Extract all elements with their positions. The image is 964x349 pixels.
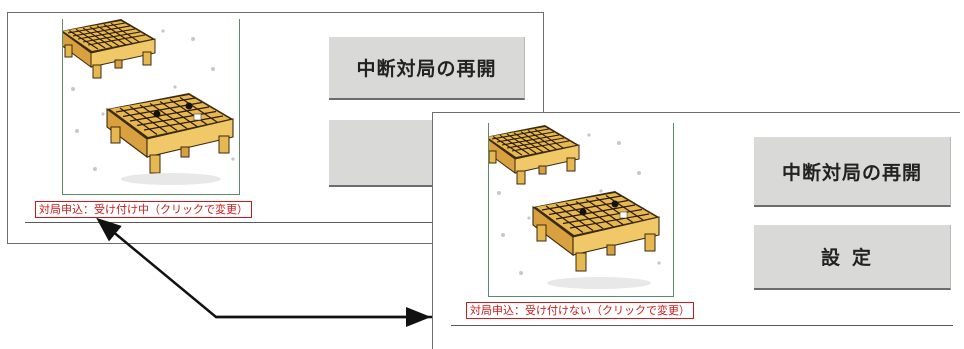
settings-button[interactable]: 設定 [754,225,951,290]
go-board-icon [489,124,661,289]
resume-game-button[interactable]: 中断対局の再開 [754,137,951,207]
go-board-illustration [488,123,674,297]
match-request-status-toggle[interactable]: 対局申込：受け付けない（クリックで変更） [466,302,694,319]
panel-after: 中断対局の再開 設定 対局申込：受け付けない（クリックで変更） [432,112,960,349]
divider [451,325,953,326]
